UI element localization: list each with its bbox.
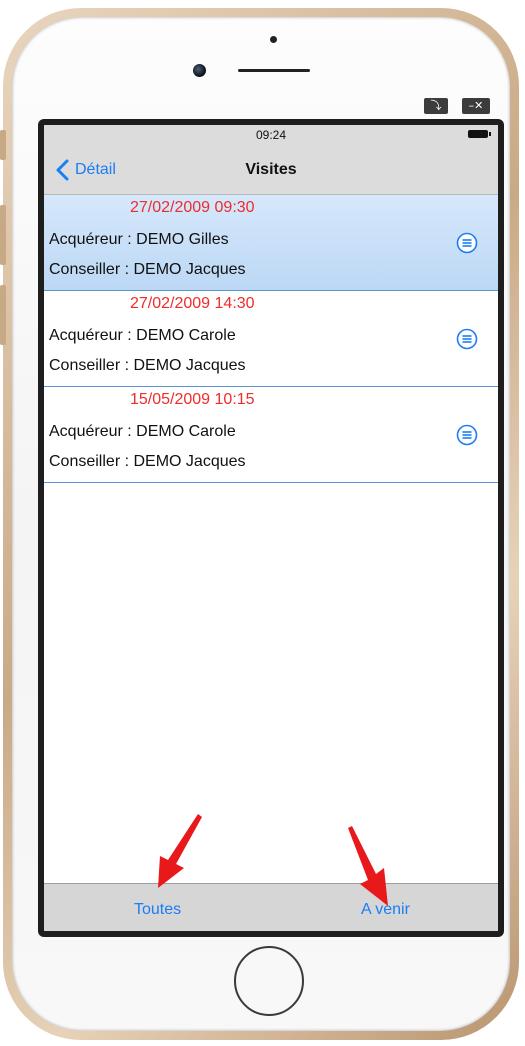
home-button[interactable] xyxy=(234,946,304,1016)
list-circle-icon[interactable] xyxy=(456,328,478,350)
screen-bezel: 09:24 Détail Visites 27/02/2009 09:30 Ac… xyxy=(38,119,504,937)
battery-icon xyxy=(468,130,491,138)
visit-row[interactable]: 27/02/2009 14:30 Acquéreur : DEMO Carole… xyxy=(44,291,498,387)
proximity-sensor xyxy=(270,36,277,43)
visit-datetime: 27/02/2009 09:30 xyxy=(130,199,255,216)
visit-conseiller: Conseiller : DEMO Jacques xyxy=(49,261,246,278)
visit-conseiller: Conseiller : DEMO Jacques xyxy=(49,453,246,470)
visit-acquereur: Acquéreur : DEMO Carole xyxy=(49,327,236,344)
status-time: 09:24 xyxy=(255,128,287,142)
minimize-close-icon: –✕ xyxy=(468,99,484,112)
visit-datetime: 15/05/2009 10:15 xyxy=(130,391,255,408)
volume-up-button xyxy=(0,205,6,265)
visit-conseiller: Conseiller : DEMO Jacques xyxy=(49,357,246,374)
visit-acquereur: Acquéreur : DEMO Gilles xyxy=(49,231,229,248)
visits-list: 27/02/2009 09:30 Acquéreur : DEMO Gilles… xyxy=(44,195,498,483)
visit-row[interactable]: 15/05/2009 10:15 Acquéreur : DEMO Carole… xyxy=(44,387,498,483)
rotate-icon: ⤵ xyxy=(430,99,442,112)
visit-acquereur: Acquéreur : DEMO Carole xyxy=(49,423,236,440)
earpiece-speaker xyxy=(238,69,310,72)
visit-row[interactable]: 27/02/2009 09:30 Acquéreur : DEMO Gilles… xyxy=(44,195,498,291)
page-title: Visites xyxy=(245,161,297,178)
mute-switch xyxy=(0,130,6,160)
volume-down-button xyxy=(0,285,6,345)
minimize-close-button[interactable]: –✕ xyxy=(462,98,490,114)
list-circle-icon[interactable] xyxy=(456,232,478,254)
app-display: 09:24 Détail Visites 27/02/2009 09:30 Ac… xyxy=(44,125,498,931)
front-camera xyxy=(193,64,206,77)
list-circle-icon[interactable] xyxy=(456,424,478,446)
bottom-tab-bar: Toutes A venir xyxy=(44,883,498,931)
navigation-bar: Détail Visites xyxy=(44,145,498,195)
red-arrow-icon xyxy=(158,814,202,888)
status-bar: 09:24 xyxy=(44,125,498,145)
rotate-window-button[interactable]: ⤵ xyxy=(424,98,448,114)
visit-datetime: 27/02/2009 14:30 xyxy=(130,295,255,312)
tab-toutes[interactable]: Toutes xyxy=(134,901,181,919)
red-arrow-icon xyxy=(348,826,388,906)
